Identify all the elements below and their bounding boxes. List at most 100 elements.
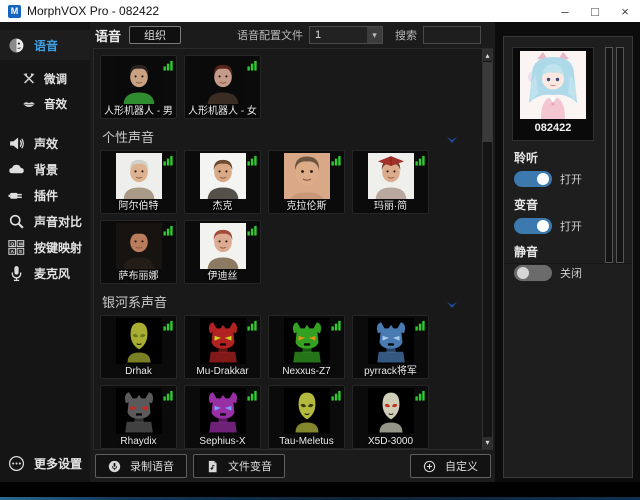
voice-name: 杰克 [212, 201, 233, 212]
panel-divider [504, 263, 632, 264]
record-voice-button[interactable]: 录制语音 [95, 454, 187, 478]
voice-tile[interactable]: Drhak [100, 315, 177, 379]
app-window: M MorphVOX Pro - 082422 – □ × 语音 微调 音效 声效 背景… [0, 0, 640, 500]
sidebar-item-more-settings[interactable]: 更多设置 [0, 450, 90, 476]
voice-tile[interactable]: 杰克 [184, 150, 261, 214]
scrollbar-track[interactable]: ▴ ▾ [482, 49, 493, 449]
voice-tile[interactable]: 萨布丽娜 [100, 220, 177, 284]
scrollbar-up-button[interactable]: ▴ [483, 50, 492, 61]
sidebar-item-label: 麦克风 [34, 266, 71, 281]
sidebar-item-microphone[interactable]: 麦克风 [0, 260, 90, 286]
sidebar-item-label: 声音对比 [34, 214, 83, 229]
page-title: 语音 [95, 28, 122, 44]
profile-avatar [520, 51, 586, 119]
sidebar-item-plugins[interactable]: 插件 [0, 182, 90, 208]
voice-group-title: 个性声音 [102, 129, 155, 145]
voice-name: 人形机器人 - 女 [188, 106, 257, 117]
audio-level-icon [331, 388, 342, 401]
scrollbar-thumb[interactable] [483, 62, 492, 142]
taskbar-strip [0, 482, 640, 500]
sidebar-item-keymap[interactable]: Q W A S 按键映射 [0, 234, 90, 260]
voice-tile[interactable]: 阿尔伯特 [100, 150, 177, 214]
close-button[interactable]: × [610, 0, 640, 22]
voice-tile[interactable]: 伊迪丝 [184, 220, 261, 284]
voice-name: Mu-Drakkar [196, 366, 249, 377]
voice-name: X5D-3000 [367, 436, 414, 447]
record-icon [108, 460, 121, 473]
toggle-row: 打开 [514, 171, 622, 187]
voice-name: 阿尔伯特 [118, 201, 159, 212]
voice-tile[interactable]: Rhaydix [100, 385, 177, 449]
sidebar-item-background[interactable]: 背景 [0, 156, 90, 182]
voice-tile[interactable]: Tau-Meletus [268, 385, 345, 449]
voice-avatar [115, 223, 162, 269]
audio-level-icon [247, 388, 258, 401]
chevron-down-icon[interactable] [446, 132, 458, 143]
voice-name: Tau-Meletus [279, 436, 334, 447]
toggle-state: 打开 [560, 221, 582, 233]
plug-icon [8, 187, 25, 204]
audio-level-icon [247, 223, 258, 236]
voice-face-icon [8, 37, 25, 54]
profile-name: 082422 [534, 122, 572, 134]
voice-tile[interactable]: X5D-3000 [352, 385, 429, 449]
toggle-label: 聆听 [514, 151, 539, 165]
sidebar-item-voice[interactable]: 语音 [0, 30, 90, 60]
sidebar-item-label: 按键映射 [34, 240, 83, 255]
voice-tile[interactable]: Nexxus-Z7 [268, 315, 345, 379]
voice-avatar [115, 58, 162, 104]
magnifier-icon [8, 213, 25, 230]
voice-profile-label: 语音配置文件 [237, 30, 304, 42]
status-panel-box: 082422 聆听 打开 变音 打开 静音 关闭 [503, 36, 633, 478]
voice-name: Rhaydix [120, 436, 157, 447]
file-morph-button[interactable]: 文件变音 [193, 454, 285, 478]
ellipsis-icon [8, 455, 25, 472]
voice-tile[interactable]: Sephius-X [184, 385, 261, 449]
listen-toggle[interactable] [514, 171, 552, 187]
voice-profile-select[interactable]: 1 ▾ [309, 26, 384, 44]
voice-name: pyrrack将军 [364, 366, 417, 377]
voice-tile[interactable]: 人形机器人 - 女 [184, 55, 261, 119]
sidebar-item-effects[interactable]: 声效 [0, 130, 90, 156]
toggle-label: 变音 [514, 198, 539, 212]
window-title: MorphVOX Pro - 082422 [27, 4, 160, 18]
chevron-down-icon[interactable] [446, 297, 458, 308]
current-profile-card[interactable]: 082422 [512, 47, 594, 141]
voice-name: Sephius-X [199, 436, 246, 447]
sidebar-item-compare[interactable]: 声音对比 [0, 208, 90, 234]
minimize-button[interactable]: – [550, 0, 580, 22]
toggle-knob [537, 220, 549, 232]
voice-avatar [283, 153, 330, 199]
customize-button[interactable]: 自定义 [410, 454, 491, 478]
search-input[interactable] [423, 26, 482, 44]
mute-toggle[interactable] [514, 265, 552, 281]
audio-level-icon [415, 318, 426, 331]
toggle-knob [517, 267, 529, 279]
voice-name: 玛丽·简 [373, 201, 408, 212]
voice-name: 人形机器人 - 男 [104, 106, 173, 117]
sidebar-item-finetune[interactable]: 微调 [0, 66, 90, 91]
voice-tile-row: 阿尔伯特 杰克 克拉伦斯 玛丽·简萨布丽娜 伊迪丝 [100, 150, 436, 284]
sidebar-item-label: 更多设置 [34, 456, 83, 471]
scrollbar-down-button[interactable]: ▾ [483, 437, 492, 448]
voice-tile[interactable]: pyrrack将军 [352, 315, 429, 379]
audio-level-icon [247, 318, 258, 331]
sidebar-item-soundfx[interactable]: 音效 [0, 91, 90, 116]
morph-toggle[interactable] [514, 218, 552, 234]
keyboard-icon: QWAS [8, 239, 25, 256]
voice-toolbar: 语音 组织 语音配置文件 1 ▾ 搜索 [90, 22, 495, 48]
voice-name: 伊迪丝 [207, 271, 238, 282]
audio-level-icon [415, 388, 426, 401]
organize-button[interactable]: 组织 [129, 26, 182, 44]
toggle-row: 打开 [514, 218, 622, 234]
maximize-button[interactable]: □ [580, 0, 610, 22]
voice-tile[interactable]: 人形机器人 - 男 [100, 55, 177, 119]
chevron-down-icon[interactable]: ▾ [367, 27, 383, 43]
voice-tile[interactable]: 玛丽·简 [352, 150, 429, 214]
sidebar-item-label: 声效 [34, 136, 59, 151]
voice-name: Drhak [125, 366, 152, 377]
voice-tile[interactable]: Mu-Drakkar [184, 315, 261, 379]
voice-tile[interactable]: 克拉伦斯 [268, 150, 345, 214]
microphone-icon [8, 265, 25, 282]
